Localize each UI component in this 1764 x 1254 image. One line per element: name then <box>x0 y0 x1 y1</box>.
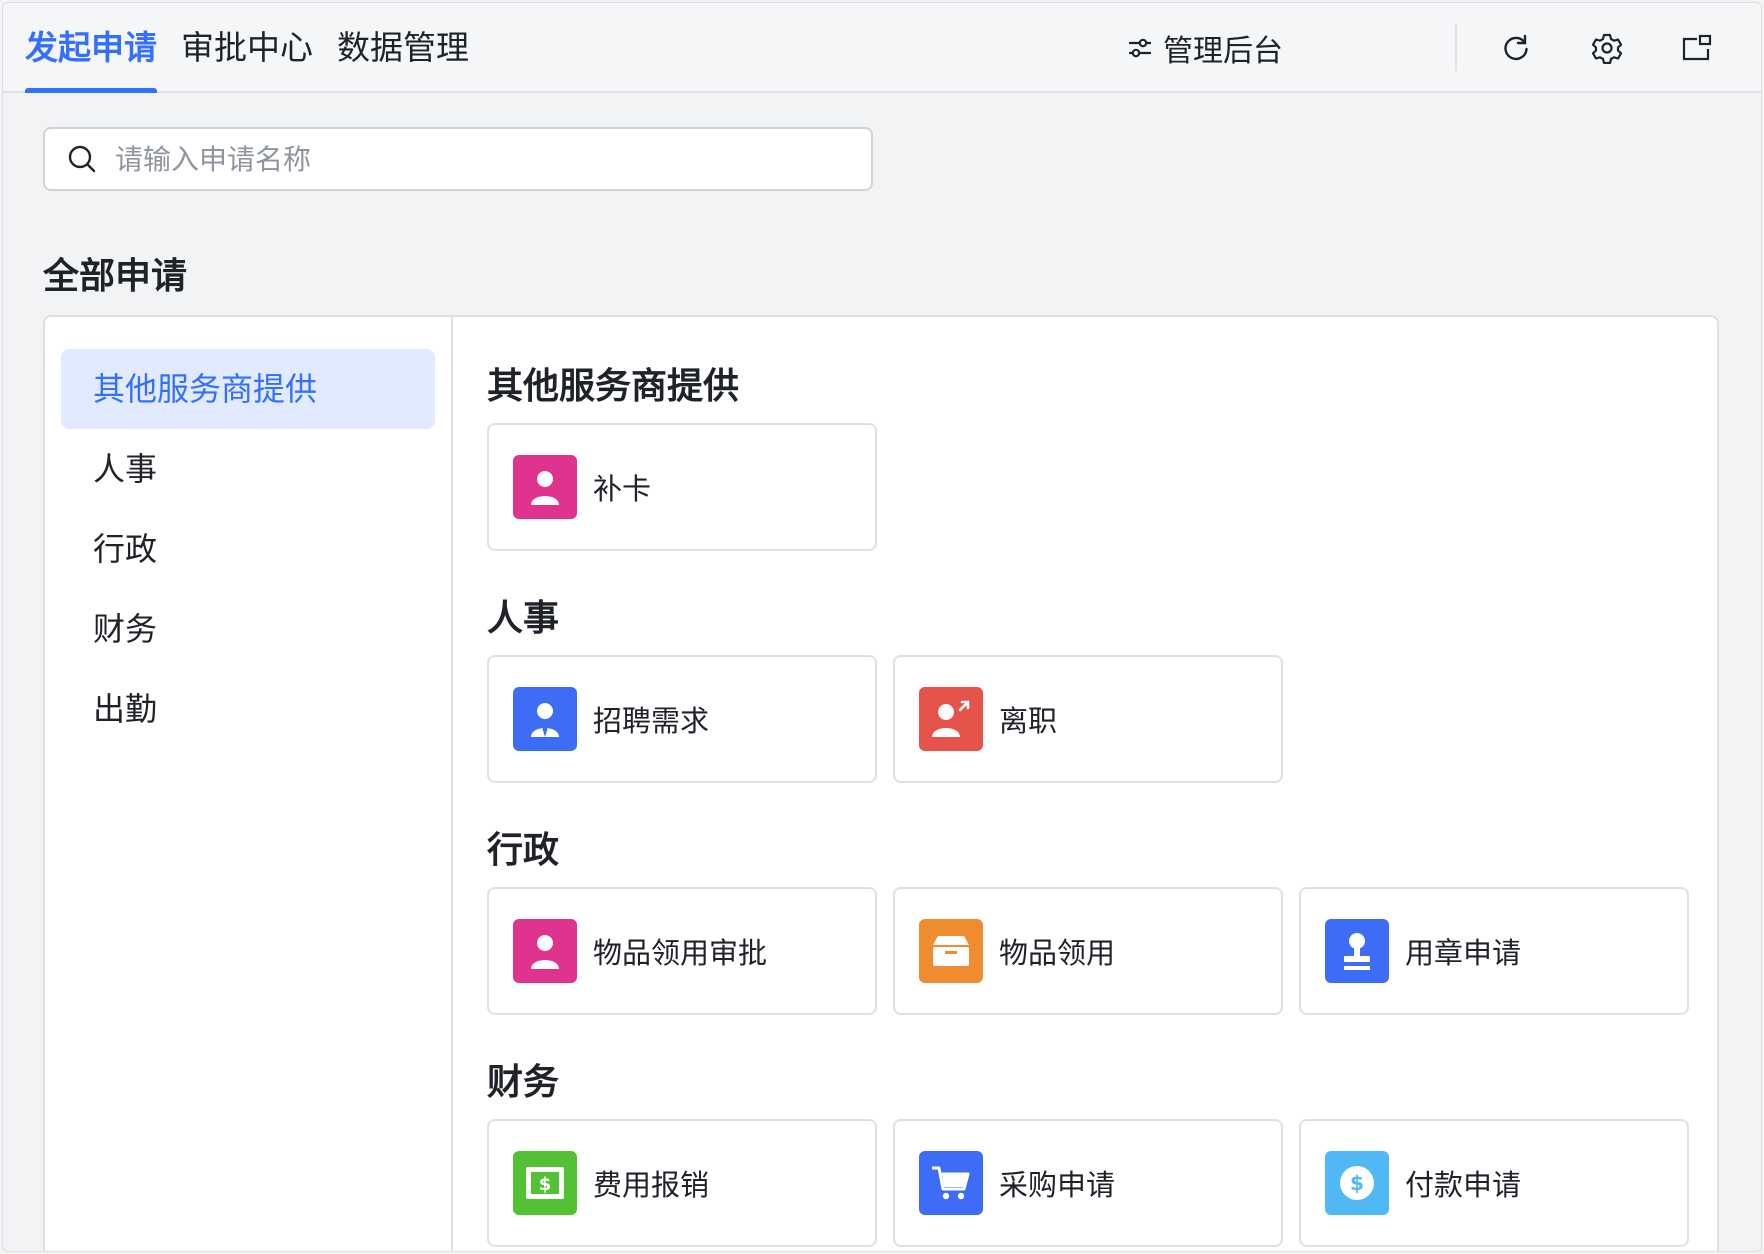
cart-icon <box>932 1166 970 1200</box>
app-card-makeup-punch[interactable]: 补卡 <box>487 423 877 551</box>
card-icon-box <box>1325 919 1389 983</box>
card-label: 用章申请 <box>1405 936 1522 970</box>
card-icon-box <box>919 687 983 751</box>
app-card-resignation[interactable]: 离职 <box>893 655 1283 783</box>
app-card-purchase-request[interactable]: 采购申请 <box>893 1119 1283 1247</box>
tab-approval-center[interactable]: 审批中心 <box>181 3 313 93</box>
section-title: 其他服务商提供 <box>487 366 740 407</box>
app-card-seal-request[interactable]: 用章申请 <box>1299 887 1689 1015</box>
card-label: 招聘需求 <box>593 704 710 738</box>
app-card-recruitment[interactable]: 招聘需求 <box>487 655 877 783</box>
person-icon <box>531 471 559 505</box>
section-title: 行政 <box>487 830 560 871</box>
search-box[interactable] <box>43 127 873 191</box>
svg-text:$: $ <box>539 1174 552 1195</box>
card-icon-box: $ <box>1325 1151 1389 1215</box>
search-icon <box>67 144 97 174</box>
refresh-button[interactable] <box>1501 23 1531 73</box>
card-label: 物品领用 <box>999 936 1116 970</box>
app-card-payment-request[interactable]: $ 付款申请 <box>1299 1119 1689 1247</box>
toolbar-divider <box>1455 23 1457 71</box>
page-title: 全部申请 <box>43 256 188 297</box>
coin-icon: $ <box>1340 1166 1374 1200</box>
card-label: 离职 <box>999 704 1058 738</box>
app-card-expense-reimbursement[interactable]: $ 费用报销 <box>487 1119 877 1247</box>
top-nav-bar: 发起申请 审批中心 数据管理 管理后台 <box>3 3 1761 93</box>
card-label: 付款申请 <box>1405 1168 1522 1202</box>
sidebar-item-finance[interactable]: 财务 <box>61 589 435 669</box>
svg-text:$: $ <box>1350 1171 1364 1195</box>
card-label: 费用报销 <box>593 1168 710 1202</box>
settings-button[interactable] <box>1591 23 1623 73</box>
card-label: 物品领用审批 <box>593 936 768 970</box>
card-icon-box <box>513 455 577 519</box>
stamp-icon <box>1344 933 1370 970</box>
card-icon-box <box>919 919 983 983</box>
card-icon-box <box>513 919 577 983</box>
refresh-icon <box>1501 33 1531 63</box>
section-title: 财务 <box>487 1062 560 1103</box>
cash-icon: $ <box>526 1167 564 1199</box>
section-title: 人事 <box>487 598 560 639</box>
open-window-button[interactable] <box>1681 23 1713 73</box>
external-window-icon <box>1681 33 1713 63</box>
card-icon-box <box>513 687 577 751</box>
tab-initiate-request[interactable]: 发起申请 <box>25 3 157 93</box>
box-icon <box>933 936 969 966</box>
card-icon-box <box>919 1151 983 1215</box>
app-window: 发起申请 审批中心 数据管理 管理后台 请输入申请名称 全部申请 其他服务商提供… <box>2 2 1762 1252</box>
app-card-item-request[interactable]: 物品领用 <box>893 887 1283 1015</box>
application-list: 其他服务商提供 补卡 人事 招聘需求 离职 行政 物品领用审批 物品领用 用章申… <box>453 317 1717 1251</box>
person-icon <box>531 935 559 969</box>
person-tie-icon <box>531 703 559 737</box>
person-leave-icon <box>932 700 970 737</box>
gear-icon <box>1591 32 1623 64</box>
category-sidebar: 其他服务商提供 人事 行政 财务 出勤 <box>45 317 453 1251</box>
app-card-item-request-approval[interactable]: 物品领用审批 <box>487 887 877 1015</box>
card-label: 补卡 <box>593 472 652 506</box>
admin-console-label: 管理后台 <box>1163 34 1283 69</box>
sidebar-item-admin[interactable]: 行政 <box>61 509 435 589</box>
sidebar-item-hr[interactable]: 人事 <box>61 429 435 509</box>
applications-panel: 其他服务商提供 人事 行政 财务 出勤 其他服务商提供 补卡 人事 招聘需求 离… <box>43 315 1719 1251</box>
search-input[interactable] <box>115 142 815 176</box>
admin-console-button[interactable]: 管理后台 <box>1127 23 1283 73</box>
card-label: 采购申请 <box>999 1168 1116 1202</box>
sidebar-item-attendance[interactable]: 出勤 <box>61 669 435 749</box>
sliders-icon <box>1127 35 1153 61</box>
tab-data-management[interactable]: 数据管理 <box>337 3 469 93</box>
sidebar-item-other-providers[interactable]: 其他服务商提供 <box>61 349 435 429</box>
card-icon-box: $ <box>513 1151 577 1215</box>
